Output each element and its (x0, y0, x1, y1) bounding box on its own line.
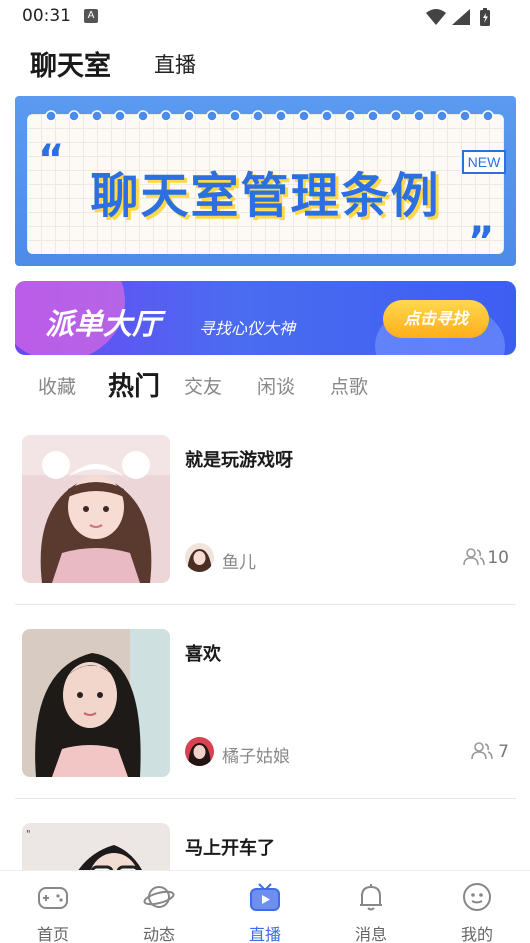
nav-label: 消息 (354, 925, 387, 943)
top-tabs: 聊天室 直播 (0, 40, 530, 86)
tab-live[interactable]: 直播 (154, 49, 196, 79)
room-thumbnail (22, 435, 170, 583)
quote-open: “ (38, 137, 65, 183)
new-badge: NEW (462, 150, 506, 174)
category-tab-hot[interactable]: 热门 (108, 366, 160, 403)
users-icon (471, 742, 493, 760)
category-tab-friends[interactable]: 交友 (184, 372, 222, 399)
nav-profile[interactable]: 我的 (437, 879, 517, 943)
signal-icon (452, 9, 470, 25)
online-count-value: 10 (487, 548, 509, 568)
users-icon (463, 548, 485, 566)
room-title: 就是玩游戏呀 (185, 450, 293, 471)
nav-label: 我的 (460, 925, 493, 943)
nav-messages[interactable]: 消息 (331, 879, 411, 943)
room-card[interactable]: 就是玩游戏呀 鱼儿 10 (0, 410, 530, 605)
status-icons (426, 8, 490, 26)
room-host-name: 鱼儿 (222, 553, 256, 573)
find-button[interactable]: 点击寻找 (383, 300, 489, 338)
nav-home[interactable]: 首页 (13, 879, 93, 943)
nav-label: 直播 (248, 925, 281, 943)
dispatch-subtitle: 寻找心仪大神 (199, 319, 296, 338)
rules-banner[interactable]: 聊天室管理条例 (15, 96, 516, 266)
nav-live[interactable]: 直播 (225, 879, 305, 943)
tab-chatroom[interactable]: 聊天室 (30, 44, 111, 83)
online-count: 10 (439, 547, 509, 569)
avatar (185, 543, 214, 572)
room-thumbnail (22, 629, 170, 777)
gamepad-icon (38, 887, 68, 909)
room-card[interactable]: 喜欢 橘子姑娘 7 (0, 604, 530, 799)
bottom-nav: 首页 动态 直播 消息 我的 (0, 870, 530, 943)
tv-icon (250, 883, 280, 911)
binder-rings (45, 110, 494, 122)
status-time: 00:31 (22, 6, 71, 26)
wifi-icon (426, 9, 446, 25)
room-title: 马上开车了 (185, 838, 275, 859)
nav-label: 首页 (36, 925, 69, 943)
room-host-name: 橘子姑娘 (222, 747, 290, 767)
quote-close: ” (468, 219, 495, 265)
avatar (185, 737, 214, 766)
nav-moments[interactable]: 动态 (119, 879, 199, 943)
online-count-value: 7 (498, 742, 509, 762)
category-tab-favorites[interactable]: 收藏 (38, 372, 76, 399)
rules-title: 聊天室管理条例 (90, 168, 441, 224)
room-card[interactable]: " 马上开车了 (0, 798, 530, 870)
status-bar: 00:31 A (0, 0, 530, 34)
dispatch-banner[interactable]: 派单大厅 寻找心仪大神 点击寻找 (15, 281, 516, 355)
category-tab-chat[interactable]: 闲谈 (257, 372, 295, 399)
nav-label: 动态 (142, 925, 175, 943)
online-count: 7 (449, 741, 509, 763)
room-thumbnail: " (22, 823, 170, 870)
notification-icon: A (84, 9, 98, 23)
category-tab-songs[interactable]: 点歌 (330, 372, 368, 399)
svg-text:": " (26, 829, 31, 840)
room-title: 喜欢 (185, 644, 221, 665)
planet-icon (143, 886, 175, 908)
smiley-icon (463, 883, 491, 911)
bell-icon (360, 884, 382, 911)
dispatch-title: 派单大厅 (45, 307, 162, 341)
